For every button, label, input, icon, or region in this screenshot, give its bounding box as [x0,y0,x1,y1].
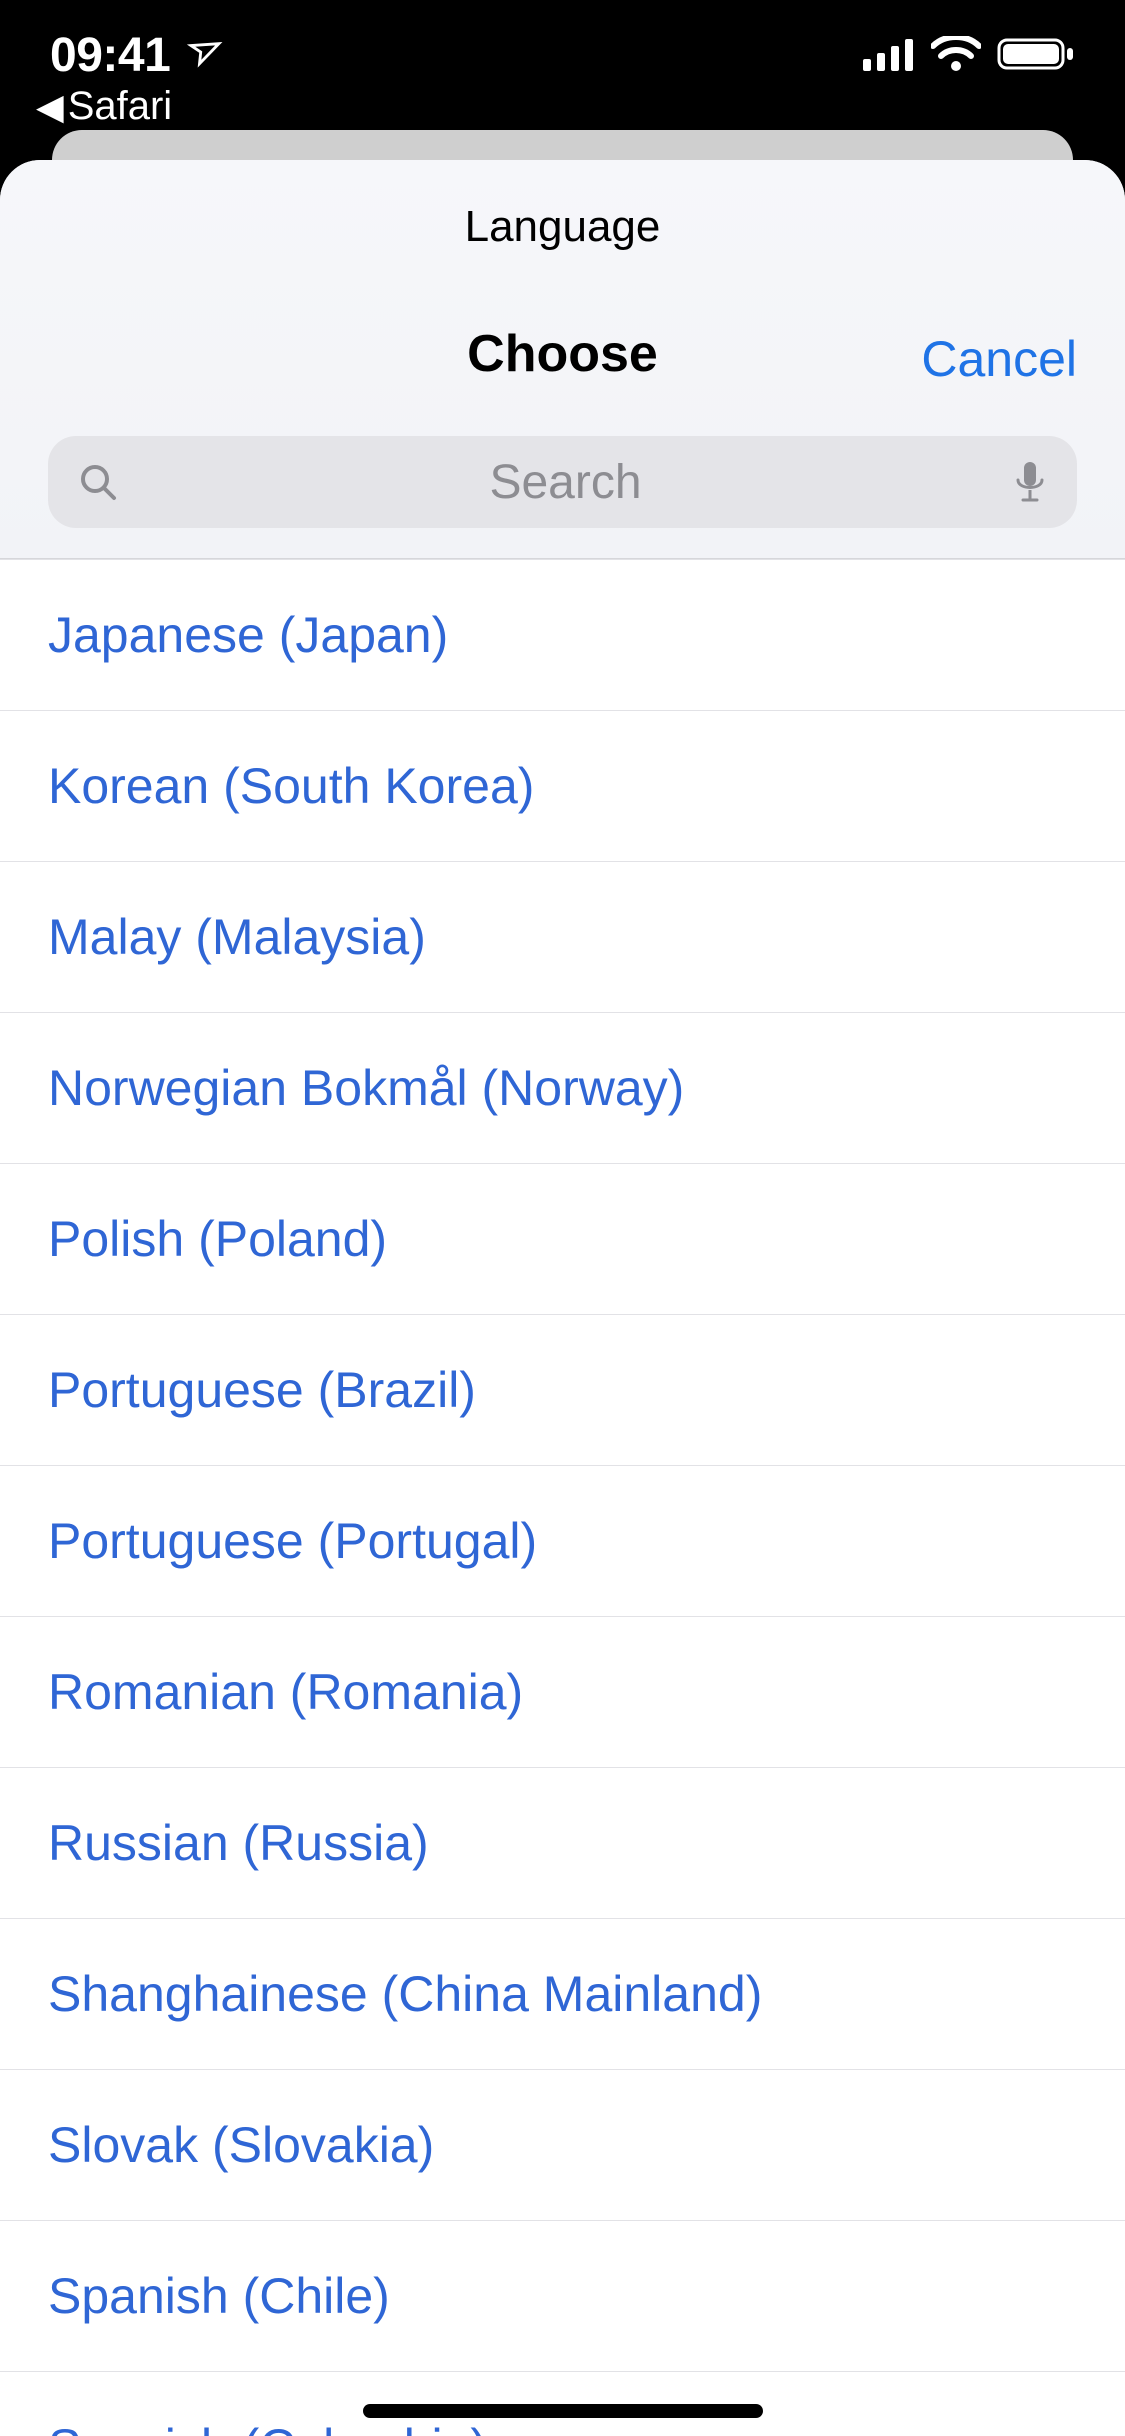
status-left: 09:41 [50,28,218,83]
modal-header: Language Choose Cancel Search [0,160,1125,559]
language-label: Norwegian Bokmål (Norway) [48,1060,684,1116]
language-label: Spanish (Chile) [48,2268,390,2324]
chevron-left-icon: ◀ [36,86,64,128]
language-label: Spanish (Colombia) [48,2419,487,2436]
language-row[interactable]: Korean (South Korea) [0,711,1125,862]
language-label: Shanghainese (China Mainland) [48,1966,762,2022]
language-row[interactable]: Romanian (Romania) [0,1617,1125,1768]
back-to-app-button[interactable]: ◀ Safari [36,84,172,129]
language-row[interactable]: Slovak (Slovakia) [0,2070,1125,2221]
language-row[interactable]: Portuguese (Portugal) [0,1466,1125,1617]
language-label: Portuguese (Portugal) [48,1513,537,1569]
language-label: Korean (South Korea) [48,758,534,814]
language-row[interactable]: Polish (Poland) [0,1164,1125,1315]
search-icon [78,462,118,502]
language-label: Malay (Malaysia) [48,909,426,965]
status-time: 09:41 [50,28,170,83]
language-label: Russian (Russia) [48,1815,429,1871]
language-label: Romanian (Romania) [48,1664,523,1720]
back-to-app-label: Safari [68,84,173,129]
language-row[interactable]: Shanghainese (China Mainland) [0,1919,1125,2070]
language-row[interactable]: Malay (Malaysia) [0,862,1125,1013]
language-label: Polish (Poland) [48,1211,387,1267]
search-container: Search [0,394,1125,558]
language-label: Slovak (Slovakia) [48,2117,434,2173]
battery-icon [997,36,1075,72]
language-label: Japanese (Japan) [48,607,448,663]
language-list[interactable]: Japanese (Japan) Korean (South Korea) Mala… [0,559,1125,2436]
language-label: Portuguese (Brazil) [48,1362,476,1418]
device-frame: 09:41 [0,0,1125,2436]
modal-title-row: Choose Cancel [0,324,1125,394]
home-indicator[interactable] [363,2404,763,2418]
language-row[interactable]: Norwegian Bokmål (Norway) [0,1013,1125,1164]
search-input[interactable]: Search [48,436,1077,528]
language-row[interactable]: Russian (Russia) [0,1768,1125,1919]
language-row[interactable]: Spanish (Chile) [0,2221,1125,2372]
language-row[interactable]: Portuguese (Brazil) [0,1315,1125,1466]
language-modal: Language Choose Cancel Search [0,160,1125,2436]
language-row[interactable]: Japanese (Japan) [0,559,1125,711]
modal-subtitle: Language [0,202,1125,252]
wifi-icon [931,36,981,72]
modal-title: Choose [467,325,658,383]
location-arrow-icon [178,29,225,81]
status-right [863,28,1075,72]
search-placeholder: Search [134,455,997,510]
microphone-icon[interactable] [1013,460,1047,504]
cancel-button[interactable]: Cancel [921,330,1077,388]
cellular-signal-icon [863,37,915,71]
